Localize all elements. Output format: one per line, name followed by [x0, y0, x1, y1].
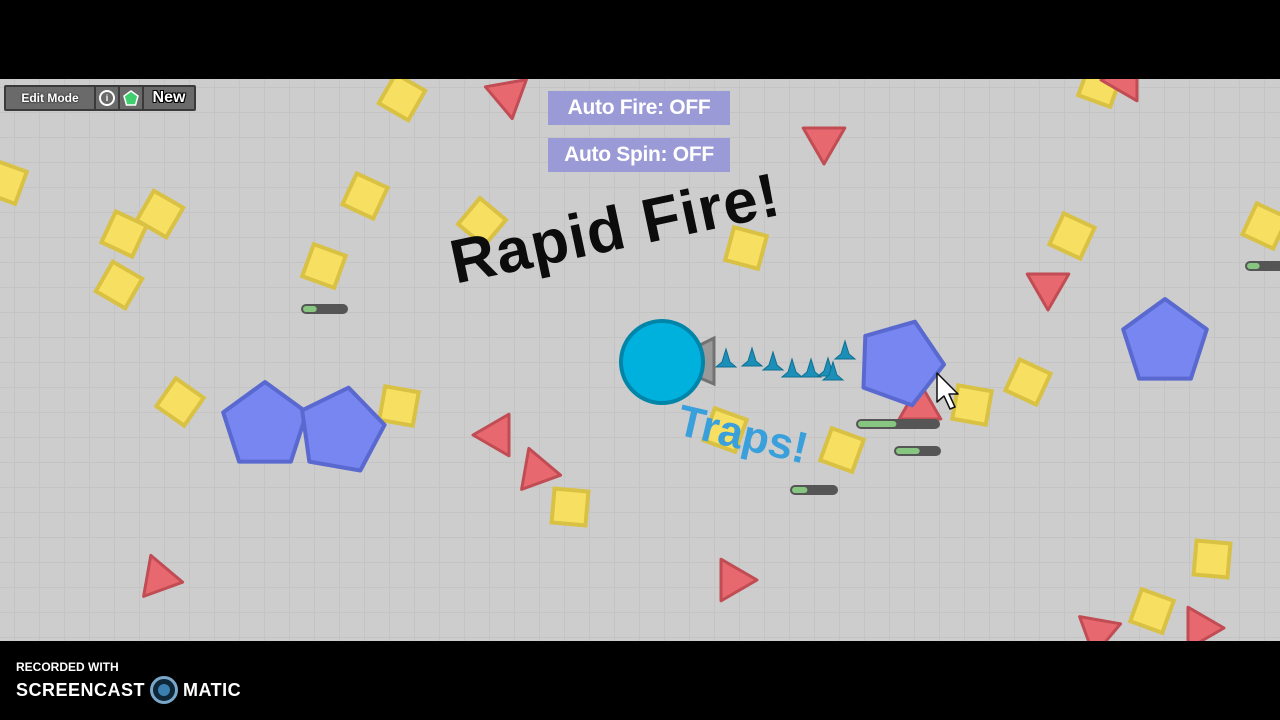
health-bar-fill — [896, 448, 920, 454]
new-label: New — [152, 89, 186, 106]
brand-left-text: SCREENCAST — [16, 679, 146, 700]
screencast-logo-icon — [150, 676, 179, 704]
trap-projectile — [799, 357, 823, 378]
new-button[interactable]: New — [144, 87, 194, 109]
square-polygon — [0, 157, 30, 207]
triangle-polygon — [719, 557, 759, 603]
pentagon-polygon — [861, 319, 946, 408]
trap-projectile — [780, 357, 804, 378]
logo-center-dot — [158, 684, 171, 696]
recorded-with-label: RECORDED WITH — [16, 660, 119, 674]
square-polygon — [1127, 586, 1177, 636]
square-polygon — [299, 241, 349, 291]
edit-mode-button[interactable]: Edit Mode — [6, 87, 96, 109]
square-polygon — [549, 486, 591, 528]
square-polygon — [949, 382, 995, 428]
trap-projectile — [740, 346, 764, 367]
trap-projectile — [833, 339, 857, 360]
triangle-polygon — [520, 446, 563, 491]
square-polygon — [153, 375, 207, 429]
square-polygon — [817, 425, 867, 475]
triangle-polygon — [1078, 615, 1123, 641]
square-polygon — [1046, 210, 1098, 262]
shape-button[interactable] — [120, 87, 144, 109]
pentagon-icon — [123, 90, 139, 106]
video-bottom-letterbox: RECORDED WITH SCREENCAST MATIC — [0, 641, 1280, 720]
info-icon: i — [99, 90, 115, 106]
triangle-polygon — [801, 126, 847, 166]
triangle-polygon — [1186, 605, 1226, 641]
auto-spin-label: Auto Spin: OFF — [564, 143, 714, 166]
edit-mode-label: Edit Mode — [21, 91, 79, 105]
auto-spin-toggle[interactable]: Auto Spin: OFF — [548, 138, 730, 172]
square-polygon — [1191, 538, 1233, 580]
square-polygon — [339, 170, 391, 222]
triangle-polygon — [142, 553, 185, 598]
edit-toolbar: Edit Mode i New — [4, 85, 196, 111]
triangle-polygon — [483, 79, 528, 121]
info-button[interactable]: i — [96, 87, 120, 109]
health-bar-fill — [1247, 263, 1260, 269]
auto-fire-toggle[interactable]: Auto Fire: OFF — [548, 91, 730, 125]
brand-right-text: MATIC — [183, 679, 242, 700]
auto-fire-label: Auto Fire: OFF — [567, 96, 711, 119]
trap-projectile — [761, 350, 785, 371]
triangle-polygon — [471, 412, 511, 458]
video-top-letterbox — [0, 0, 1280, 79]
pentagon-polygon — [1121, 297, 1209, 381]
screencast-brand: SCREENCAST MATIC — [16, 676, 241, 704]
triangle-polygon — [1025, 272, 1071, 312]
square-polygon — [93, 259, 145, 311]
square-polygon — [376, 383, 422, 429]
player-tank — [619, 319, 705, 405]
game-arena[interactable]: Edit Mode i New Auto Fire: OFF Auto Spin… — [0, 79, 1280, 641]
trap-projectile — [714, 347, 738, 368]
health-bar-fill — [303, 306, 317, 312]
square-polygon — [376, 79, 428, 123]
square-polygon — [1239, 200, 1280, 252]
health-bar-fill — [858, 421, 897, 427]
pentagon-polygon — [221, 380, 309, 464]
health-bar-fill — [792, 487, 808, 493]
pentagon-polygon — [300, 385, 387, 473]
square-polygon — [1002, 356, 1054, 408]
